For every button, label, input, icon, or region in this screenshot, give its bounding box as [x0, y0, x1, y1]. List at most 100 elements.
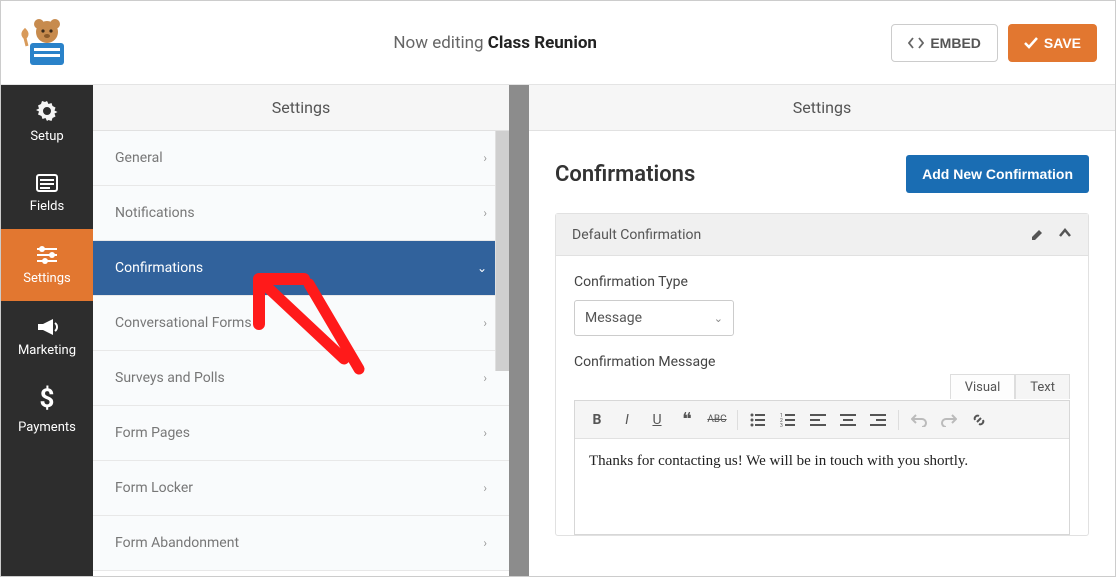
scrollbar[interactable]: [495, 131, 509, 371]
chevron-right-icon: ›: [483, 206, 487, 220]
undo-button[interactable]: [905, 406, 933, 434]
settings-sidebar: Settings General › Notifications › Confi…: [93, 85, 509, 577]
editing-prefix: Now editing: [393, 33, 483, 53]
separator: [898, 410, 899, 430]
app-frame: Now editing Class Reunion EMBED SAVE Set: [0, 0, 1116, 577]
add-confirmation-button[interactable]: Add New Confirmation: [906, 155, 1089, 193]
bullet-list-button[interactable]: [744, 406, 772, 434]
settings-item-label: Form Abandonment: [115, 535, 239, 551]
column-gutter: [509, 85, 529, 577]
app-header: Now editing Class Reunion EMBED SAVE: [1, 1, 1115, 85]
settings-item-label: Conversational Forms: [115, 315, 252, 331]
settings-item-label: General: [115, 150, 163, 166]
rail-item-payments[interactable]: $ Payments: [1, 373, 93, 445]
align-center-button[interactable]: [834, 406, 862, 434]
chevron-right-icon: ›: [483, 151, 487, 165]
list-icon: [35, 173, 59, 193]
chevron-right-icon: ›: [483, 371, 487, 385]
confirmation-type-label: Confirmation Type: [574, 274, 1070, 290]
header-actions: EMBED SAVE: [891, 24, 1097, 62]
settings-item-label: Form Pages: [115, 425, 190, 441]
panel-body: Confirmation Type Message ⌄ Confirmation…: [556, 256, 1088, 535]
align-right-button[interactable]: [864, 406, 892, 434]
chevron-down-icon: ⌄: [714, 312, 723, 325]
bear-mascot-icon: [19, 18, 75, 68]
check-icon: [1024, 37, 1038, 49]
chevron-right-icon: ›: [483, 316, 487, 330]
settings-item-label: Notifications: [115, 205, 195, 221]
rich-editor: B I U ❝ ABC: [574, 400, 1070, 535]
wpforms-logo: [19, 18, 99, 68]
italic-button[interactable]: I: [613, 406, 641, 434]
save-label: SAVE: [1044, 35, 1081, 51]
bullhorn-icon: [35, 317, 59, 337]
settings-item-general[interactable]: General ›: [93, 131, 509, 186]
numbered-list-button[interactable]: 123: [774, 406, 802, 434]
rail-label: Fields: [30, 199, 64, 214]
rail-label: Marketing: [18, 343, 76, 358]
confirmations-body: Confirmations Add New Confirmation Defau…: [529, 131, 1115, 536]
settings-item-label: Form Locker: [115, 480, 193, 496]
editor-tab-visual[interactable]: Visual: [950, 374, 1016, 399]
settings-items: General › Notifications › Confirmations …: [93, 131, 509, 571]
panel-header[interactable]: Default Confirmation: [556, 214, 1088, 256]
settings-item-label: Surveys and Polls: [115, 370, 225, 386]
editor-toolbar: B I U ❝ ABC: [575, 401, 1069, 439]
settings-item-form-abandonment[interactable]: Form Abandonment ›: [93, 516, 509, 571]
main-header: Settings: [529, 85, 1115, 131]
gear-icon: [35, 99, 59, 123]
embed-label: EMBED: [930, 35, 981, 51]
settings-item-form-pages[interactable]: Form Pages ›: [93, 406, 509, 461]
code-icon: [908, 37, 924, 49]
rail-label: Payments: [18, 420, 76, 435]
rail-label: Setup: [30, 129, 63, 144]
chevron-right-icon: ›: [483, 536, 487, 550]
editor-tabs: Visual Text: [950, 374, 1070, 399]
rail-label: Settings: [23, 271, 70, 286]
align-left-button[interactable]: [804, 406, 832, 434]
panel-title: Default Confirmation: [572, 227, 701, 243]
settings-item-conversational-forms[interactable]: Conversational Forms ›: [93, 296, 509, 351]
redo-button[interactable]: [935, 406, 963, 434]
separator: [737, 410, 738, 430]
panel-actions: [1030, 228, 1072, 242]
settings-item-surveys-polls[interactable]: Surveys and Polls ›: [93, 351, 509, 406]
chevron-right-icon: ›: [483, 481, 487, 495]
blockquote-button[interactable]: ❝: [673, 406, 701, 434]
underline-button[interactable]: U: [643, 406, 671, 434]
editor-content[interactable]: Thanks for contacting us! We will be in …: [575, 439, 1069, 534]
settings-item-notifications[interactable]: Notifications ›: [93, 186, 509, 241]
confirmations-top: Confirmations Add New Confirmation: [555, 155, 1089, 193]
strikethrough-button[interactable]: ABC: [703, 406, 731, 434]
settings-item-confirmations[interactable]: Confirmations ⌄: [93, 241, 509, 296]
confirmations-title: Confirmations: [555, 162, 695, 187]
settings-item-form-locker[interactable]: Form Locker ›: [93, 461, 509, 516]
pencil-icon[interactable]: [1030, 228, 1044, 242]
confirmation-panel: Default Confirmation Confirmation Type: [555, 213, 1089, 536]
sliders-icon: [35, 245, 59, 265]
rail-item-fields[interactable]: Fields: [1, 157, 93, 229]
rail-item-setup[interactable]: Setup: [1, 85, 93, 157]
nav-rail: Setup Fields Settings Marketing: [1, 85, 93, 577]
select-value: Message: [585, 310, 642, 326]
editor-wrap: Visual Text B I U ❝ ABC: [574, 400, 1070, 535]
settings-item-label: Confirmations: [115, 260, 203, 276]
bold-button[interactable]: B: [583, 406, 611, 434]
rail-item-marketing[interactable]: Marketing: [1, 301, 93, 373]
embed-button[interactable]: EMBED: [891, 24, 998, 62]
form-title: Now editing Class Reunion: [99, 33, 891, 53]
confirmation-type-select[interactable]: Message ⌄: [574, 300, 734, 336]
settings-header: Settings: [93, 85, 509, 131]
app-body: Setup Fields Settings Marketing: [1, 85, 1115, 577]
dollar-icon: $: [40, 384, 55, 414]
save-button[interactable]: SAVE: [1008, 24, 1097, 62]
main-panel: Settings Confirmations Add New Confirmat…: [529, 85, 1115, 577]
chevron-up-icon[interactable]: [1058, 228, 1072, 242]
rail-item-settings[interactable]: Settings: [1, 229, 93, 301]
svg-text:3: 3: [780, 423, 783, 427]
chevron-down-icon: ⌄: [477, 261, 487, 275]
editor-tab-text[interactable]: Text: [1015, 374, 1070, 399]
chevron-right-icon: ›: [483, 426, 487, 440]
link-button[interactable]: [965, 406, 993, 434]
form-name: Class Reunion: [488, 33, 597, 53]
